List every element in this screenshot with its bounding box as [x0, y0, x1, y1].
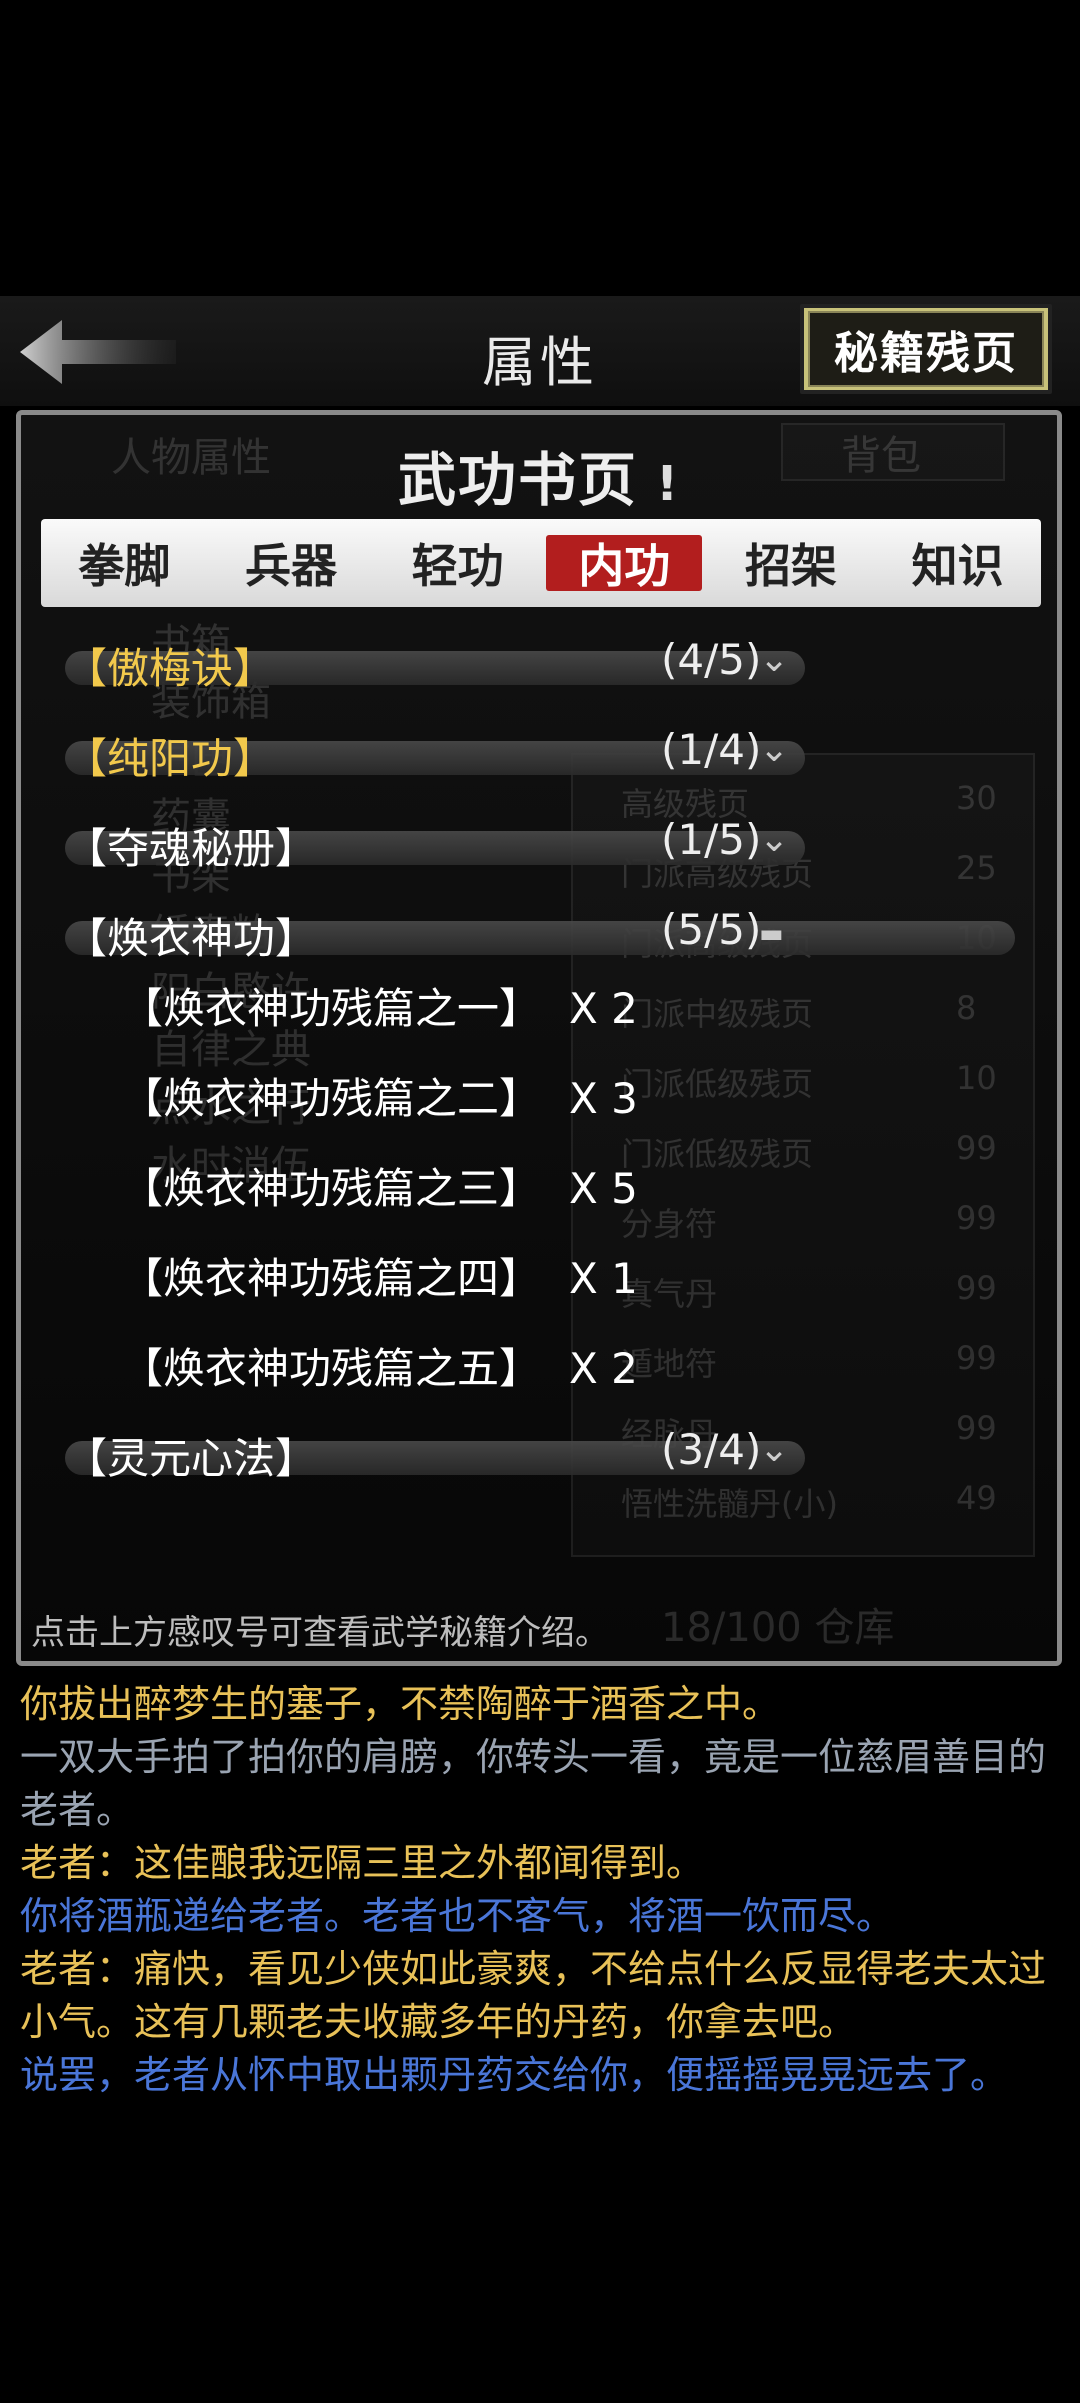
fragment-name: 【焕衣神功残篇之三】: [121, 1164, 542, 1213]
minus-icon[interactable]: ▬: [759, 919, 784, 949]
tab-5[interactable]: 知识: [880, 535, 1036, 593]
skill-name: 【夺魂秘册】: [65, 824, 318, 873]
ghost-inventory-name: 门派低级残页: [621, 1065, 814, 1103]
skill-progress: (4/5): [661, 635, 762, 684]
fragment-item: 【焕衣神功残篇之二】 X 3: [121, 1065, 638, 1126]
fragment-item: 【焕衣神功残篇之五】 X 2: [121, 1335, 638, 1396]
ghost-inventory-count: 8: [956, 989, 977, 1027]
panel-title: 武功书页!: [21, 433, 1057, 517]
log-line: 说罢，老者从怀中取出颗丹药交给你，便摇摇晃晃远去了。: [20, 2053, 1009, 2097]
ghost-inventory-name: 门派低级残页: [621, 1135, 814, 1173]
fragment-item: 【焕衣神功残篇之四】 X 1: [121, 1245, 638, 1306]
ghost-inventory-count: 25: [956, 849, 997, 887]
fragments-button[interactable]: 秘籍残页: [800, 304, 1052, 394]
martial-pages-panel: 人物属性 背包 书箱装饰箱书匣药囊书架绣春粕阳白愍许自律之典点水之行水时消伍 高…: [16, 410, 1062, 1666]
fragment-qty: X 5: [569, 1164, 638, 1213]
skill-progress: (1/4): [661, 725, 762, 774]
tab-1[interactable]: 兵器: [213, 535, 369, 593]
ghost-inventory-count: 99: [956, 1199, 997, 1237]
fragment-item: 【焕衣神功残篇之一】 X 2: [121, 975, 638, 1036]
log-line: 你将酒瓶递给老者。老者也不客气，将酒一饮而尽。: [20, 1894, 895, 1938]
hint-text: 点击上方感叹号可查看武学秘籍介绍。: [31, 1613, 609, 1653]
skill-name: 【傲梅诀】: [65, 644, 276, 693]
log-line: 你拔出醉梦生的塞子，不禁陶醉于酒香之中。: [20, 1682, 781, 1726]
category-tabs: 拳脚 兵器 轻功 内功 招架 知识: [41, 519, 1041, 607]
header-bar: 属性 秘籍残页: [0, 296, 1080, 406]
log-line: 一双大手拍了拍你的肩膀，你转头一看，竟是一位慈眉善目的老者。: [20, 1735, 1047, 1832]
fragment-qty: X 2: [569, 1344, 638, 1393]
ghost-inventory-count: 99: [956, 1129, 997, 1167]
skill-progress: (3/4): [661, 1425, 762, 1474]
log-line: 老者：痛快，看见少侠如此豪爽，不给点什么反显得老夫太过小气。这有几颗老夫收藏多年…: [20, 1947, 1047, 2044]
chevron-down-icon[interactable]: ⌄: [759, 1429, 789, 1470]
fragment-name: 【焕衣神功残篇之四】: [121, 1254, 542, 1303]
chevron-down-icon[interactable]: ⌄: [759, 819, 789, 860]
message-log: 你拔出醉梦生的塞子，不禁陶醉于酒香之中。一双大手拍了拍你的肩膀，你转头一看，竟是…: [20, 1678, 1065, 2102]
ghost-inventory-count: 49: [956, 1479, 997, 1517]
fragments-button-label: 秘籍残页: [808, 311, 1044, 387]
tab-4[interactable]: 招架: [713, 535, 869, 593]
fragment-qty: X 1: [569, 1254, 638, 1303]
skill-name: 【纯阳功】: [65, 734, 276, 783]
fragment-name: 【焕衣神功残篇之一】: [121, 984, 542, 1033]
fragment-name: 【焕衣神功残篇之二】: [121, 1074, 542, 1123]
log-line: 老者：这佳酿我远隔三里之外都闻得到。: [20, 1841, 705, 1885]
chevron-down-icon[interactable]: ⌄: [759, 729, 789, 770]
skill-name: 【焕衣神功】: [65, 914, 318, 963]
ghost-inventory-count: 99: [956, 1269, 997, 1307]
skill-name: 【灵元心法】: [65, 1434, 318, 1483]
ghost-inventory-name: 悟性洗髓丹(小): [621, 1485, 838, 1523]
ghost-inventory-count: 10: [956, 1059, 997, 1097]
info-exclamation-icon[interactable]: !: [656, 456, 680, 512]
ghost-storage: 18/100 仓库: [661, 1605, 895, 1651]
ghost-inventory-count: 99: [956, 1409, 997, 1447]
ghost-inventory-count: 99: [956, 1339, 997, 1377]
fragment-name: 【焕衣神功残篇之五】: [121, 1344, 542, 1393]
skill-progress: (1/5): [661, 815, 762, 864]
fragment-qty: X 2: [569, 984, 638, 1033]
fragment-item: 【焕衣神功残篇之三】 X 5: [121, 1155, 638, 1216]
tab-2[interactable]: 轻功: [380, 535, 536, 593]
skill-progress: (5/5): [661, 905, 762, 954]
chevron-down-icon[interactable]: ⌄: [759, 639, 789, 680]
ghost-inventory-count: 30: [956, 779, 997, 817]
tab-0[interactable]: 拳脚: [46, 535, 202, 593]
ghost-inventory-name: 门派中级残页: [621, 995, 814, 1033]
fragment-qty: X 3: [569, 1074, 638, 1123]
tab-3[interactable]: 内功: [546, 535, 703, 593]
panel-title-text: 武功书页: [398, 446, 639, 514]
